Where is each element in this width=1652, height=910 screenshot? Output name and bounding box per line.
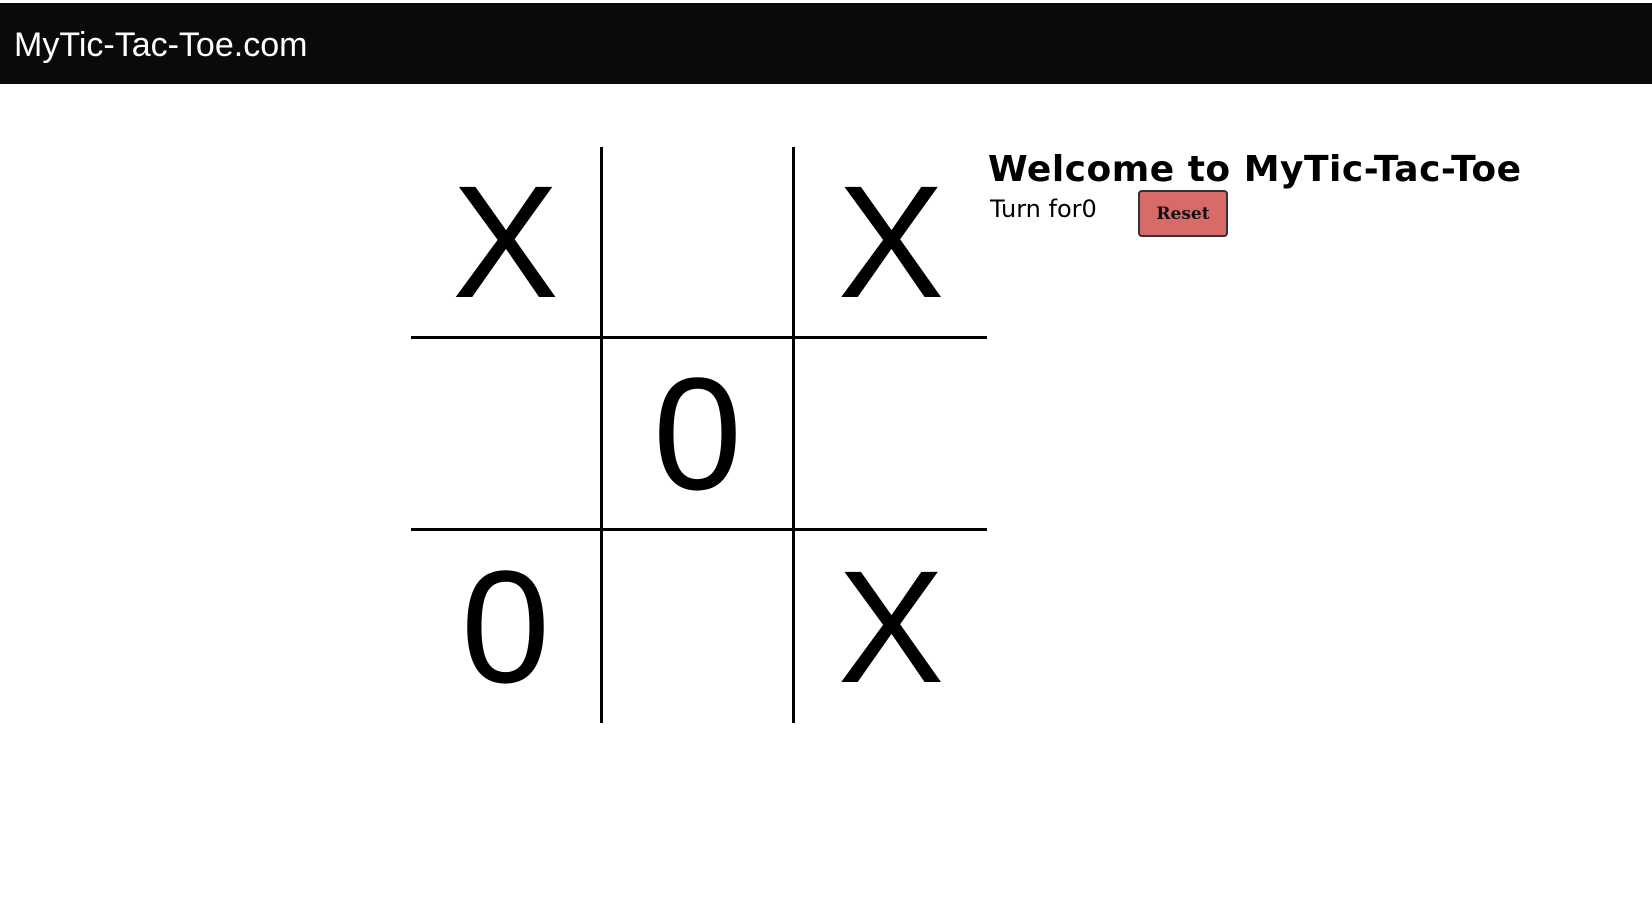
board-cell-2-0[interactable]: 0 (411, 531, 603, 723)
site-brand[interactable]: MyTic-Tac-Toe.com (14, 25, 307, 65)
turn-indicator: Turn for0 (990, 195, 1097, 223)
board-cell-1-0[interactable] (411, 339, 603, 531)
info-panel: Welcome to MyTic-Tac-Toe Turn for0 Reset (988, 148, 1588, 242)
board-cell-1-2[interactable] (795, 339, 987, 531)
board-cell-0-2[interactable]: X (795, 147, 987, 339)
game-board: X X 0 0 X (411, 147, 987, 723)
board-cell-2-1[interactable] (603, 531, 795, 723)
board-cell-0-1[interactable] (603, 147, 795, 339)
welcome-heading: Welcome to MyTic-Tac-Toe (988, 149, 1522, 190)
board-cell-0-0[interactable]: X (411, 147, 603, 339)
turn-controls: Turn for0 Reset (988, 190, 1588, 242)
top-navbar: MyTic-Tac-Toe.com (0, 3, 1652, 84)
board-cell-1-1[interactable]: 0 (603, 339, 795, 531)
reset-button[interactable]: Reset (1138, 190, 1228, 237)
board-cell-2-2[interactable]: X (795, 531, 987, 723)
